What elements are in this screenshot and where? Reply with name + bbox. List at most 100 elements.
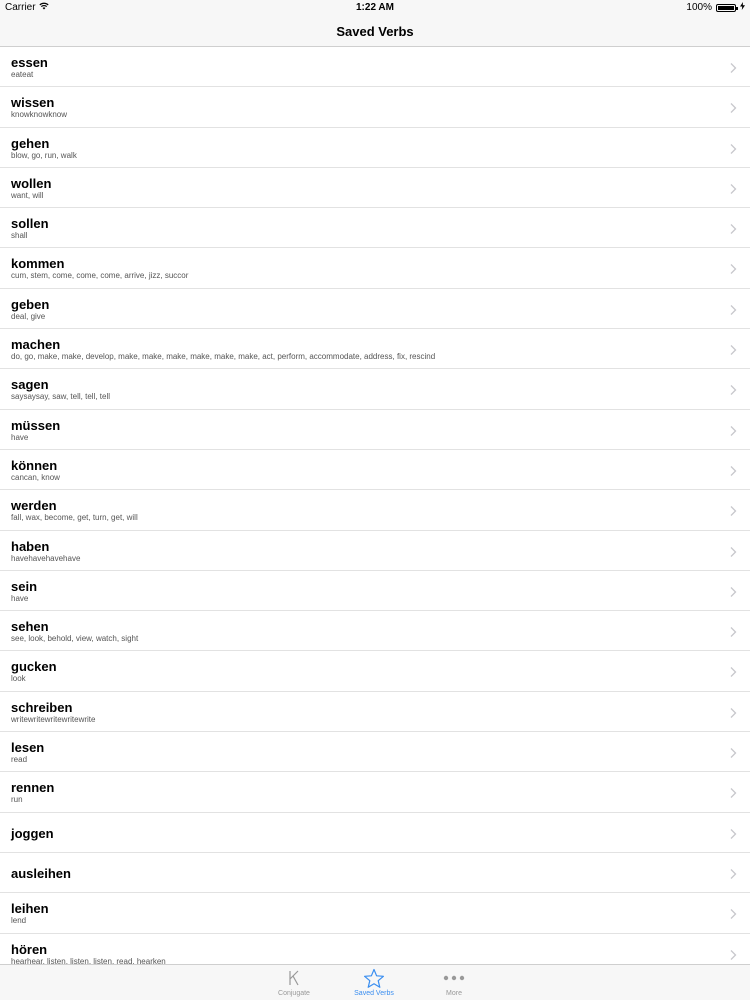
battery-fill bbox=[718, 5, 734, 10]
verb-meaning: hearhear, listen, listen, listen, read, … bbox=[11, 956, 166, 964]
status-time: 1:22 AM bbox=[356, 2, 394, 13]
verb-title: müssen bbox=[11, 417, 61, 433]
chevron-right-icon bbox=[728, 706, 738, 718]
list-item[interactable]: werden fall, wax, become, get, turn, get,… bbox=[0, 490, 750, 531]
chevron-right-icon bbox=[728, 262, 738, 275]
list-item[interactable]: kommen cum, stem, come, come, come, arriv… bbox=[0, 248, 750, 289]
verb-meaning: do, go, make, make, develop, make, make,… bbox=[11, 352, 436, 362]
verb-meaning: havehavehavehave bbox=[11, 553, 81, 563]
verb-title: gehen bbox=[11, 135, 50, 151]
verb-title: joggen bbox=[11, 825, 54, 841]
verb-title: geben bbox=[11, 296, 50, 312]
chevron-right-icon bbox=[728, 948, 738, 960]
verb-meaning: saysaysay, saw, tell, tell, tell bbox=[11, 392, 110, 402]
saved-verbs-list[interactable]: essen eateat wissen knowknowknow gehen blow, … bbox=[0, 47, 750, 964]
list-item[interactable]: leihen lend bbox=[0, 893, 750, 934]
verb-title: gucken bbox=[11, 659, 57, 675]
verb-meaning: have bbox=[11, 593, 29, 603]
verb-meaning: shall bbox=[11, 231, 28, 241]
verb-meaning: writewritewritewritewrite bbox=[11, 714, 96, 724]
verb-title: lesen bbox=[11, 740, 45, 756]
chevron-right-icon bbox=[728, 907, 738, 920]
battery-percentage: 100% bbox=[686, 2, 712, 13]
tab-label: More bbox=[446, 990, 462, 997]
chevron-right-icon bbox=[728, 383, 738, 396]
chevron-right-icon bbox=[728, 464, 738, 476]
star-icon bbox=[334, 967, 414, 989]
k-icon bbox=[254, 967, 334, 989]
list-item[interactable]: rennen run bbox=[0, 772, 750, 813]
verb-title: machen bbox=[11, 337, 61, 353]
chevron-right-icon bbox=[728, 827, 738, 839]
list-item[interactable]: geben deal, give bbox=[0, 289, 750, 330]
status-right: 100% bbox=[686, 2, 745, 13]
verb-title: wollen bbox=[11, 175, 52, 191]
list-item[interactable]: sehen see, look, behold, view, watch, sig… bbox=[0, 611, 750, 652]
list-item[interactable]: ausleihen bbox=[0, 853, 750, 894]
list-item[interactable]: joggen bbox=[0, 813, 750, 853]
chevron-right-icon bbox=[728, 504, 738, 517]
chevron-right-icon bbox=[728, 424, 738, 436]
verb-title: haben bbox=[11, 538, 50, 554]
tab-more[interactable]: More bbox=[414, 965, 494, 1000]
list-item[interactable]: hören hearhear, listen, listen, listen, r… bbox=[0, 934, 750, 964]
list-item[interactable]: müssen have bbox=[0, 410, 750, 450]
tab-label: Saved Verbs bbox=[354, 990, 394, 997]
verb-title: schreiben bbox=[11, 699, 73, 715]
list-item[interactable]: machen do, go, make, make, develop, make,… bbox=[0, 329, 750, 370]
list-item[interactable]: wollen want, will bbox=[0, 168, 750, 209]
verb-meaning: look bbox=[11, 674, 26, 684]
verb-meaning: lend bbox=[11, 916, 27, 926]
verb-title: wissen bbox=[11, 95, 55, 111]
list-item[interactable]: sollen shall bbox=[0, 208, 750, 249]
chevron-right-icon bbox=[728, 545, 738, 557]
chevron-right-icon bbox=[728, 585, 738, 597]
list-item[interactable]: schreiben writewritewritewritewrite bbox=[0, 692, 750, 733]
chevron-right-icon bbox=[728, 343, 738, 356]
verb-title: werden bbox=[11, 498, 57, 514]
chevron-right-icon bbox=[728, 61, 738, 73]
list-item[interactable]: können cancan, know bbox=[0, 450, 750, 491]
chevron-right-icon bbox=[728, 665, 738, 678]
list-item[interactable]: gucken look bbox=[0, 651, 750, 692]
chevron-right-icon bbox=[728, 786, 738, 799]
list-item[interactable]: sein have bbox=[0, 571, 750, 612]
verb-title: sagen bbox=[11, 377, 49, 393]
verb-meaning: deal, give bbox=[11, 311, 46, 321]
charging-icon bbox=[740, 2, 745, 13]
verb-meaning: cancan, know bbox=[11, 472, 60, 482]
list-item[interactable]: gehen blow, go, run, walk bbox=[0, 128, 750, 168]
more-icon bbox=[414, 967, 494, 989]
list-item[interactable]: wissen knowknowknow bbox=[0, 87, 750, 128]
list-item[interactable]: haben havehavehavehave bbox=[0, 531, 750, 571]
battery-icon bbox=[716, 3, 738, 12]
verb-title: hören bbox=[11, 941, 48, 957]
chevron-right-icon bbox=[728, 746, 738, 759]
verb-title: sollen bbox=[11, 216, 49, 232]
list-item[interactable]: essen eateat bbox=[0, 47, 750, 88]
verb-meaning: want, will bbox=[11, 190, 44, 200]
chevron-right-icon bbox=[728, 142, 738, 154]
verb-meaning: see, look, behold, view, watch, sight bbox=[11, 634, 139, 644]
tab-bar: Conjugate Saved Verbs More bbox=[0, 964, 750, 1000]
chevron-right-icon bbox=[728, 101, 738, 114]
chevron-right-icon bbox=[728, 182, 738, 194]
verb-meaning: have bbox=[11, 432, 29, 442]
list-item[interactable]: lesen read bbox=[0, 732, 750, 773]
verb-title: rennen bbox=[11, 780, 55, 796]
verb-meaning: read bbox=[11, 755, 28, 765]
verb-meaning: eateat bbox=[11, 70, 34, 79]
list-item[interactable]: sagen saysaysay, saw, tell, tell, tell bbox=[0, 369, 750, 410]
verb-meaning: fall, wax, become, get, turn, get, will bbox=[11, 513, 138, 523]
verb-meaning: blow, go, run, walk bbox=[11, 150, 77, 160]
verb-meaning: cum, stem, come, come, come, arrive, jiz… bbox=[11, 271, 189, 281]
tab-saved-verbs[interactable]: Saved Verbs bbox=[334, 965, 414, 1000]
tab-conjugate[interactable]: Conjugate bbox=[254, 965, 334, 1000]
verb-meaning: run bbox=[11, 795, 23, 805]
verb-title: sehen bbox=[11, 619, 49, 635]
chevron-right-icon bbox=[728, 222, 738, 235]
verb-meaning: knowknowknow bbox=[11, 110, 68, 120]
chevron-right-icon bbox=[728, 867, 738, 879]
page-title: Saved Verbs bbox=[336, 24, 414, 39]
verb-title: sein bbox=[11, 578, 38, 594]
